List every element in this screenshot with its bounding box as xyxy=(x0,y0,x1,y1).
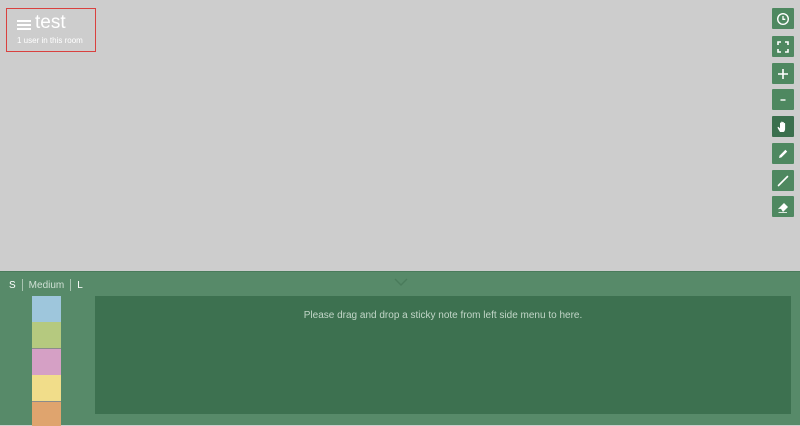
zoom-out-button[interactable] xyxy=(772,89,794,110)
line-icon xyxy=(777,175,789,186)
eraser-tool-button[interactable] xyxy=(772,196,794,217)
drop-hint-text: Please drag and drop a sticky note from … xyxy=(303,310,583,321)
clock-icon xyxy=(776,12,790,25)
collapse-panel-chevron-icon[interactable] xyxy=(393,277,409,287)
fullscreen-icon xyxy=(777,40,789,53)
room-title: test xyxy=(35,12,66,33)
history-button[interactable] xyxy=(772,8,794,29)
note-size-selector: S Medium L xyxy=(9,279,89,291)
sticky-note-yellow[interactable] xyxy=(32,375,61,402)
pen-tool-button[interactable] xyxy=(772,143,794,164)
plus-icon xyxy=(778,68,788,79)
room-user-count: 1 user in this room xyxy=(17,36,83,45)
pencil-icon xyxy=(779,149,788,158)
hand-icon xyxy=(777,121,786,132)
sticky-note-green[interactable] xyxy=(32,322,61,349)
hamburger-menu-icon[interactable] xyxy=(17,20,31,31)
minus-icon xyxy=(780,98,786,101)
sticky-note-blue[interactable] xyxy=(32,296,61,323)
fullscreen-button[interactable] xyxy=(772,36,794,57)
sticky-note-orange[interactable] xyxy=(32,402,61,426)
eraser-icon xyxy=(778,202,788,213)
size-medium-option[interactable]: Medium xyxy=(23,280,71,291)
pan-tool-button[interactable] xyxy=(772,116,794,137)
room-header: test 1 user in this room xyxy=(6,8,96,52)
zoom-in-button[interactable] xyxy=(772,63,794,84)
sticky-note-panel: S Medium L Please drag and drop a sticky… xyxy=(0,271,800,426)
sticky-note-pink[interactable] xyxy=(32,349,61,376)
line-tool-button[interactable] xyxy=(772,170,794,191)
sticky-note-drop-zone[interactable]: Please drag and drop a sticky note from … xyxy=(95,296,791,414)
size-small-option[interactable]: S xyxy=(9,280,22,291)
size-large-option[interactable]: L xyxy=(71,280,89,291)
